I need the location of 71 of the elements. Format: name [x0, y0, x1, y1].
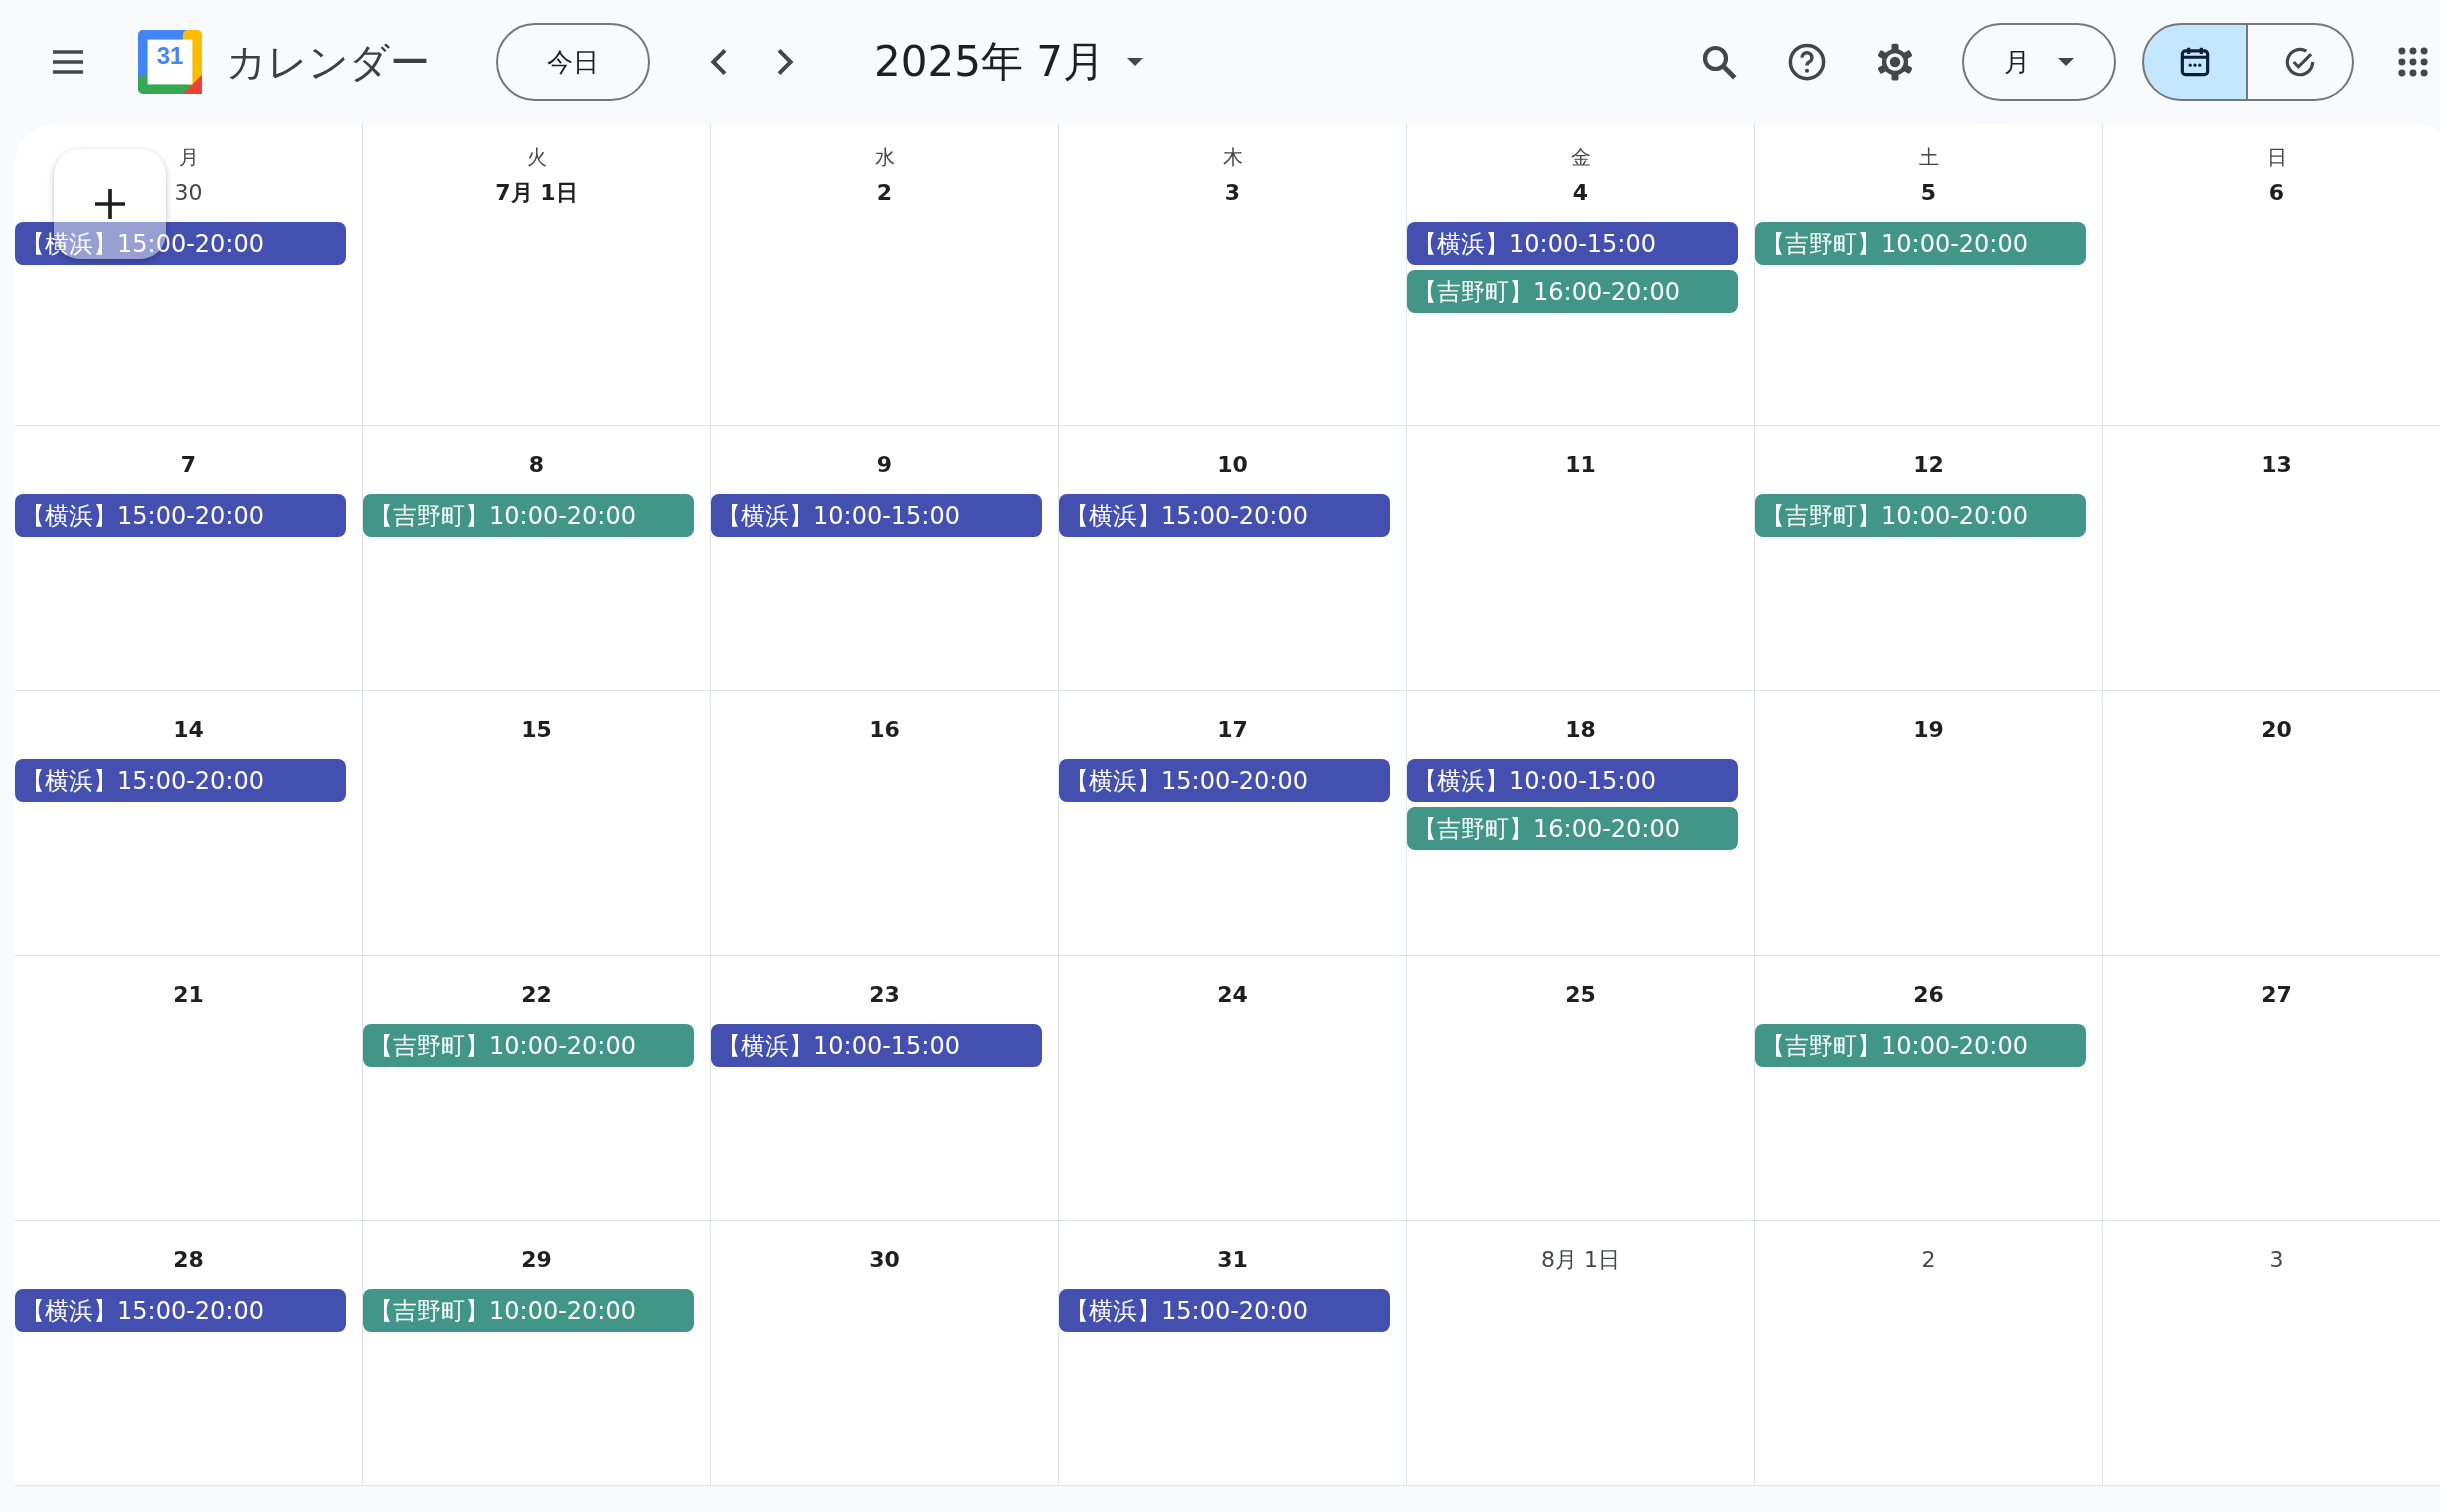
date-number[interactable]: 5: [1914, 178, 1943, 208]
weekday-label: 火: [526, 144, 547, 170]
date-number[interactable]: 8月 1日: [1535, 1245, 1626, 1275]
date-number[interactable]: 12: [1907, 450, 1950, 480]
event-chip[interactable]: 【横浜】15:00-20:00: [15, 1289, 346, 1332]
date-number[interactable]: 30: [168, 178, 209, 208]
month-title[interactable]: 2025年 7月: [874, 34, 1105, 90]
event-chip[interactable]: 【横浜】15:00-20:00: [1059, 1289, 1390, 1332]
event-chip[interactable]: 【吉野町】10:00-20:00: [1755, 494, 2086, 537]
date-number[interactable]: 30: [863, 1245, 906, 1275]
date-number[interactable]: 23: [863, 980, 906, 1010]
date-number[interactable]: 7: [174, 450, 203, 480]
weekday-label: 木: [1222, 144, 1243, 170]
event-chip[interactable]: 【吉野町】16:00-20:00: [1407, 270, 1738, 313]
date-number[interactable]: 20: [2255, 715, 2298, 745]
weekday-label: 土: [1918, 144, 1939, 170]
tasks-view-toggle[interactable]: [2248, 23, 2354, 101]
date-number[interactable]: 28: [167, 1245, 210, 1275]
help-icon[interactable]: [1786, 41, 1828, 83]
date-number[interactable]: 19: [1907, 715, 1950, 745]
calendar-logo: 31: [138, 30, 202, 94]
date-number[interactable]: 25: [1559, 980, 1602, 1010]
date-number[interactable]: 21: [167, 980, 210, 1010]
event-chip[interactable]: 【吉野町】16:00-20:00: [1407, 807, 1738, 850]
date-number[interactable]: 26: [1907, 980, 1950, 1010]
event-chip[interactable]: 【吉野町】10:00-20:00: [1755, 1024, 2086, 1067]
dropdown-icon[interactable]: [1126, 58, 1143, 66]
event-chip[interactable]: 【吉野町】10:00-20:00: [1755, 222, 2086, 265]
weekday-label: 月: [178, 144, 199, 170]
date-number[interactable]: 6: [2262, 178, 2291, 208]
date-number[interactable]: 3: [2263, 1245, 2290, 1275]
event-chip[interactable]: 【横浜】15:00-20:00: [1059, 494, 1390, 537]
date-number[interactable]: 7月 1日: [489, 178, 584, 208]
event-chip[interactable]: 【横浜】15:00-20:00: [15, 222, 346, 265]
date-number[interactable]: 2: [870, 178, 899, 208]
date-number[interactable]: 14: [167, 715, 210, 745]
date-number[interactable]: 22: [515, 980, 558, 1010]
calendar-view-toggle[interactable]: [2142, 23, 2248, 101]
date-number[interactable]: 10: [1211, 450, 1254, 480]
date-number[interactable]: 13: [2255, 450, 2298, 480]
date-number[interactable]: 4: [1566, 178, 1595, 208]
date-number[interactable]: 29: [515, 1245, 558, 1275]
event-chip[interactable]: 【横浜】15:00-20:00: [1059, 759, 1390, 802]
event-chip[interactable]: 【横浜】10:00-15:00: [711, 494, 1042, 537]
event-chip[interactable]: 【横浜】10:00-15:00: [1407, 759, 1738, 802]
event-chip[interactable]: 【吉野町】10:00-20:00: [363, 494, 694, 537]
event-chip[interactable]: 【横浜】15:00-20:00: [15, 759, 346, 802]
date-number[interactable]: 31: [1211, 1245, 1254, 1275]
view-dropdown[interactable]: 月: [1962, 23, 2116, 101]
date-number[interactable]: 17: [1211, 715, 1254, 745]
weekday-label: 金: [1570, 144, 1591, 170]
date-number[interactable]: 18: [1559, 715, 1602, 745]
caret-icon: [2058, 58, 2074, 66]
date-number[interactable]: 16: [863, 715, 906, 745]
event-chip[interactable]: 【横浜】10:00-15:00: [711, 1024, 1042, 1067]
weekday-label: 水: [874, 144, 895, 170]
event-chip[interactable]: 【横浜】15:00-20:00: [15, 494, 346, 537]
date-number[interactable]: 27: [2255, 980, 2298, 1010]
app-title: カレンダー: [226, 37, 430, 87]
date-number[interactable]: 11: [1559, 450, 1602, 480]
date-number[interactable]: 9: [870, 450, 899, 480]
weekday-label: 日: [2266, 144, 2287, 170]
today-button[interactable]: 今日: [496, 23, 650, 101]
date-number[interactable]: 15: [515, 715, 558, 745]
event-chip[interactable]: 【吉野町】10:00-20:00: [363, 1024, 694, 1067]
date-number[interactable]: 8: [522, 450, 551, 480]
event-chip[interactable]: 【吉野町】10:00-20:00: [363, 1289, 694, 1332]
event-chip[interactable]: 【横浜】10:00-15:00: [1407, 222, 1738, 265]
date-number[interactable]: 2: [1915, 1245, 1942, 1275]
date-number[interactable]: 24: [1211, 980, 1254, 1010]
date-number[interactable]: 3: [1218, 178, 1247, 208]
